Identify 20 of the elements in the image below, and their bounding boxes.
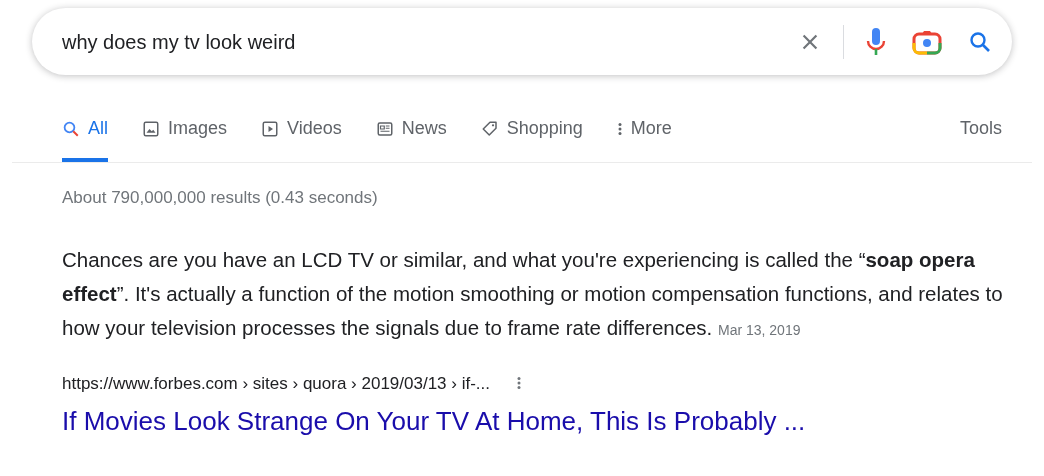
tag-icon — [480, 119, 499, 138]
search-input[interactable]: why does my tv look weird — [62, 26, 799, 57]
search-icon[interactable] — [968, 29, 992, 54]
result-stats: About 790,000,000 results (0.43 seconds) — [62, 187, 379, 209]
featured-snippet: Chances are you have an LCD TV or similar, and what you're experiencing is called the “soap opera effect”. It's actually a function of the motion smoothing or motion compensation functions, and relates to how your television processes the signals due to frame rate differences. Mar 13, 2019 — [62, 246, 1004, 341]
search-tab[interactable]: More — [616, 115, 672, 162]
image-icon — [142, 119, 160, 138]
search-tab[interactable]: News — [375, 115, 447, 162]
search-icon — [62, 119, 80, 138]
tools-button[interactable]: Tools — [959, 115, 1002, 162]
search-tab[interactable]: Videos — [261, 115, 342, 162]
newspaper-icon — [375, 119, 394, 138]
search-tab[interactable]: Images — [142, 115, 228, 162]
result-url: https://www.forbes.com › sites › quora › 2019/03/13 › if-... — [62, 372, 490, 395]
play-icon — [261, 119, 280, 138]
search-tab[interactable]: Shopping — [480, 115, 583, 162]
camera-icon[interactable] — [912, 28, 942, 55]
search-tab[interactable]: All — [62, 115, 108, 162]
result-title-link[interactable]: If Movies Look Strange On Your TV At Home, This Is Probably ... — [62, 402, 1044, 441]
microphone-icon[interactable] — [866, 26, 886, 57]
